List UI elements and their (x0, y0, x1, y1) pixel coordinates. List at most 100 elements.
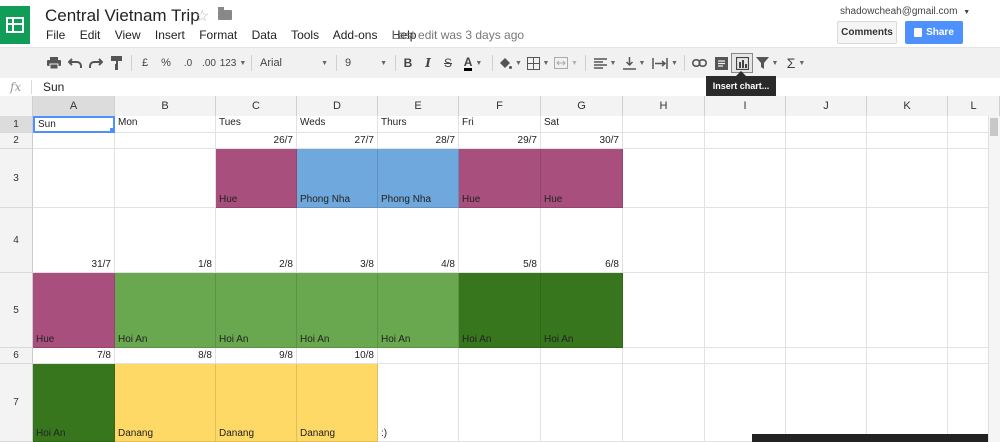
cell-i6[interactable] (705, 348, 786, 364)
cell-k6[interactable] (867, 348, 948, 364)
cell-f4[interactable]: 5/8 (459, 208, 541, 273)
row-header-1[interactable]: 1 (0, 116, 33, 133)
borders-button[interactable]: ▼ (525, 53, 551, 73)
vertical-align-button[interactable]: ▼ (621, 53, 647, 73)
strikethrough-button[interactable]: S (439, 53, 457, 73)
font-family-dropdown[interactable]: Arial ▼ (256, 53, 332, 73)
increase-decimal-button[interactable]: .00 (199, 53, 219, 73)
row-header-5[interactable]: 5 (0, 273, 33, 348)
comments-button[interactable]: Comments (837, 21, 897, 44)
cell-i4[interactable] (705, 208, 786, 273)
cell-g3[interactable]: Hue (541, 149, 623, 208)
menu-view[interactable]: View (115, 28, 141, 42)
cell-a5[interactable]: Hue (33, 273, 115, 348)
cell-c3[interactable]: Hue (216, 149, 297, 208)
cell-a2[interactable] (33, 133, 115, 149)
cell-j2[interactable] (786, 133, 867, 149)
merge-cells-button[interactable]: ▼ (553, 53, 579, 73)
cell-d1[interactable]: Weds (297, 116, 378, 133)
cell-i5[interactable] (705, 273, 786, 348)
cell-k2[interactable] (867, 133, 948, 149)
cell-d4[interactable]: 3/8 (297, 208, 378, 273)
cell-b5[interactable]: Hoi An (115, 273, 216, 348)
cell-f3[interactable]: Hue (459, 149, 541, 208)
functions-button[interactable]: Σ ▼ (783, 53, 809, 73)
cell-e6[interactable] (378, 348, 459, 364)
formula-input[interactable]: Sun (43, 80, 64, 94)
cell-k4[interactable] (867, 208, 948, 273)
column-header-i[interactable]: I (705, 96, 786, 116)
column-header-h[interactable]: H (623, 96, 705, 116)
cell-i3[interactable] (705, 149, 786, 208)
cell-a4[interactable]: 31/7 (33, 208, 115, 273)
cell-j7[interactable] (786, 364, 867, 442)
insert-link-icon[interactable] (689, 53, 709, 73)
decrease-decimal-button[interactable]: .0 (178, 53, 198, 73)
star-icon[interactable]: ☆ (195, 6, 209, 26)
text-color-button[interactable]: A ▼ (459, 53, 487, 73)
cell-g1[interactable]: Sat (541, 116, 623, 133)
cell-b7[interactable]: Danang (115, 364, 216, 442)
bold-button[interactable]: B (399, 53, 417, 73)
cell-j6[interactable] (786, 348, 867, 364)
cell-c6[interactable]: 9/8 (216, 348, 297, 364)
cell-f6[interactable] (459, 348, 541, 364)
select-all-corner[interactable] (0, 96, 33, 116)
scrollbar-thumb[interactable] (990, 118, 998, 136)
cell-h6[interactable] (623, 348, 705, 364)
document-title[interactable]: Central Vietnam Trip (45, 6, 200, 26)
cell-c7[interactable]: Danang (216, 364, 297, 442)
redo-icon[interactable] (86, 53, 106, 73)
cell-b3[interactable] (115, 149, 216, 208)
row-header-3[interactable]: 3 (0, 149, 33, 208)
column-header-c[interactable]: C (216, 96, 297, 116)
cell-g6[interactable] (541, 348, 623, 364)
account-menu[interactable]: shadowcheah@gmail.com ▼ (840, 6, 970, 17)
cell-k7[interactable] (867, 364, 948, 442)
cell-e2[interactable]: 28/7 (378, 133, 459, 149)
menu-insert[interactable]: Insert (155, 28, 185, 42)
cell-g7[interactable] (541, 364, 623, 442)
undo-icon[interactable] (65, 53, 85, 73)
cell-c5[interactable]: Hoi An (216, 273, 297, 348)
menu-edit[interactable]: Edit (80, 28, 101, 42)
cell-e4[interactable]: 4/8 (378, 208, 459, 273)
cell-c1[interactable]: Tues (216, 116, 297, 133)
cell-a6[interactable]: 7/8 (33, 348, 115, 364)
cell-j3[interactable] (786, 149, 867, 208)
currency-format-button[interactable]: £ (137, 53, 153, 73)
cell-i2[interactable] (705, 133, 786, 149)
cell-c4[interactable]: 2/8 (216, 208, 297, 273)
share-button[interactable]: Share (905, 21, 963, 44)
cell-i1[interactable] (705, 116, 786, 133)
cell-d7[interactable]: Danang (297, 364, 378, 442)
print-icon[interactable] (44, 53, 64, 73)
cell-b6[interactable]: 8/8 (115, 348, 216, 364)
cell-a7[interactable]: Hoi An (33, 364, 115, 442)
folder-icon[interactable] (218, 7, 232, 20)
more-formats-dropdown[interactable]: 123 ▼ (219, 53, 247, 73)
row-header-7[interactable]: 7 (0, 364, 33, 442)
column-header-j[interactable]: J (786, 96, 867, 116)
cell-f5[interactable]: Hoi An (459, 273, 541, 348)
column-header-a[interactable]: A (33, 96, 115, 116)
sheets-logo-icon[interactable] (0, 6, 30, 44)
cell-h3[interactable] (623, 149, 705, 208)
cell-f2[interactable]: 29/7 (459, 133, 541, 149)
menu-format[interactable]: Format (199, 28, 237, 42)
cell-e7[interactable]: :) (378, 364, 459, 442)
cell-g2[interactable]: 30/7 (541, 133, 623, 149)
cell-b4[interactable]: 1/8 (115, 208, 216, 273)
cell-a3[interactable] (33, 149, 115, 208)
cell-k5[interactable] (867, 273, 948, 348)
menu-tools[interactable]: Tools (291, 28, 319, 42)
cell-d2[interactable]: 27/7 (297, 133, 378, 149)
cell-j5[interactable] (786, 273, 867, 348)
text-wrapping-button[interactable]: ▼ (650, 53, 680, 73)
cell-e3[interactable]: Phong Nha (378, 149, 459, 208)
cell-i7[interactable] (705, 364, 786, 442)
cell-k1[interactable] (867, 116, 948, 133)
cell-h7[interactable] (623, 364, 705, 442)
row-header-4[interactable]: 4 (0, 208, 33, 273)
horizontal-align-button[interactable]: ▼ (592, 53, 618, 73)
